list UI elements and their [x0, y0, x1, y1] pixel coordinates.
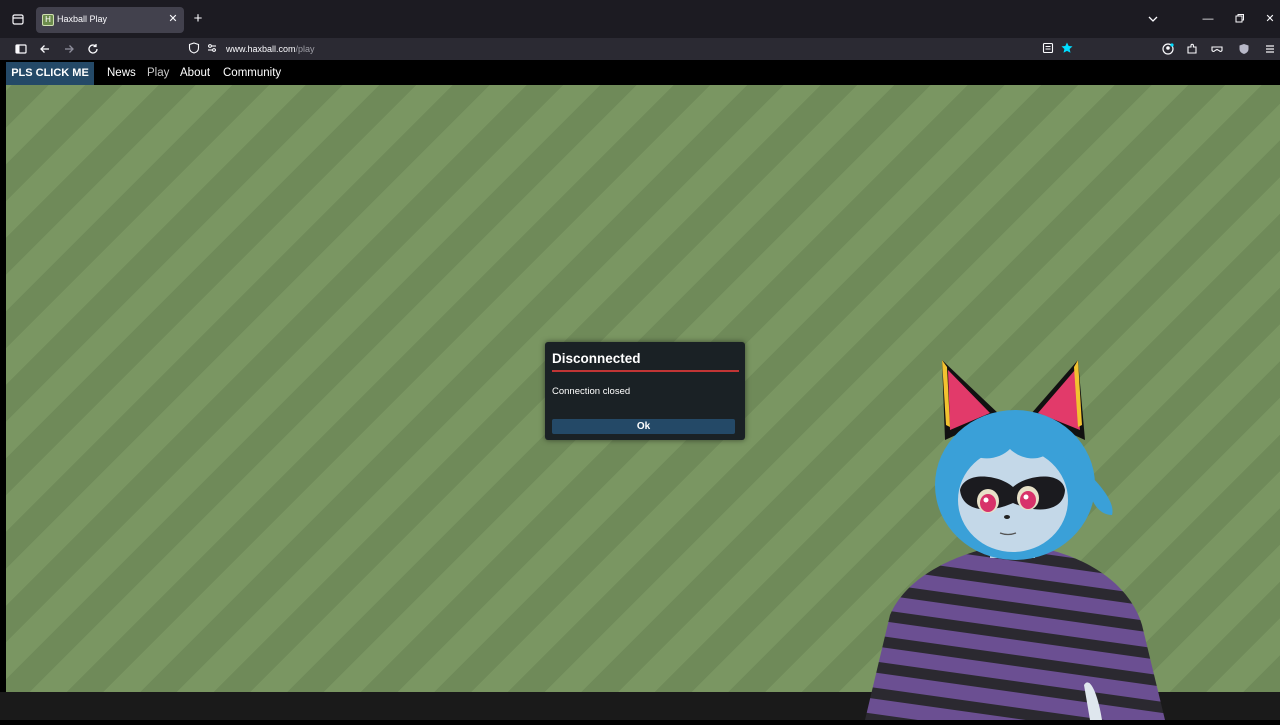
bookmark-star-icon[interactable]	[1059, 40, 1075, 56]
dialog-title: Disconnected	[552, 351, 641, 366]
url-host: www.haxball.com	[226, 44, 296, 54]
dialog-message: Connection closed	[552, 386, 631, 397]
nav-link-about[interactable]: About	[180, 62, 210, 85]
ublock-icon[interactable]	[1236, 41, 1252, 57]
vtuber-avatar-image	[850, 355, 1180, 720]
back-icon[interactable]	[37, 41, 53, 57]
list-tabs-icon[interactable]	[1145, 11, 1161, 27]
reload-icon[interactable]	[85, 41, 101, 57]
url-bar[interactable]: www.haxball.com/play	[184, 39, 1080, 59]
brand-button[interactable]: PLS CLICK ME	[6, 62, 94, 85]
account-icon[interactable]	[1160, 41, 1176, 57]
nav-link-play[interactable]: Play	[147, 62, 169, 85]
tab-close-icon[interactable]: ✕	[167, 13, 179, 25]
tab-list-icon[interactable]	[10, 11, 26, 27]
minimize-icon[interactable]: —	[1200, 11, 1216, 27]
shield-icon[interactable]	[186, 40, 202, 56]
restore-icon[interactable]	[1231, 11, 1247, 27]
forward-icon[interactable]	[61, 41, 77, 57]
browser-tab-active[interactable]: H Haxball Play ✕	[36, 7, 184, 33]
menu-icon[interactable]	[1262, 41, 1278, 57]
haxball-favicon-icon: H	[42, 14, 54, 26]
sidebar-icon[interactable]	[13, 41, 29, 57]
mask-icon[interactable]	[1209, 41, 1225, 57]
browser-tabstrip: H Haxball Play ✕ + — ✕	[0, 0, 1280, 38]
nav-link-news[interactable]: News	[107, 62, 136, 85]
ok-button[interactable]: Ok	[552, 419, 735, 434]
browser-toolbar: www.haxball.com/play	[0, 38, 1280, 60]
new-tab-icon[interactable]: +	[190, 11, 206, 27]
permissions-icon[interactable]	[204, 40, 220, 56]
reader-view-icon[interactable]	[1040, 40, 1056, 56]
extensions-icon[interactable]	[1184, 41, 1200, 57]
site-header: PLS CLICK ME News Play About Community	[0, 62, 1280, 85]
url-path: /play	[295, 44, 315, 54]
close-window-icon[interactable]: ✕	[1262, 11, 1278, 27]
disconnected-dialog: Disconnected Connection closed Ok	[545, 342, 745, 440]
dialog-divider	[552, 370, 739, 372]
nav-link-community[interactable]: Community	[223, 62, 281, 85]
url-text: www.haxball.com/play	[226, 44, 315, 54]
tab-title: Haxball Play	[57, 14, 108, 24]
